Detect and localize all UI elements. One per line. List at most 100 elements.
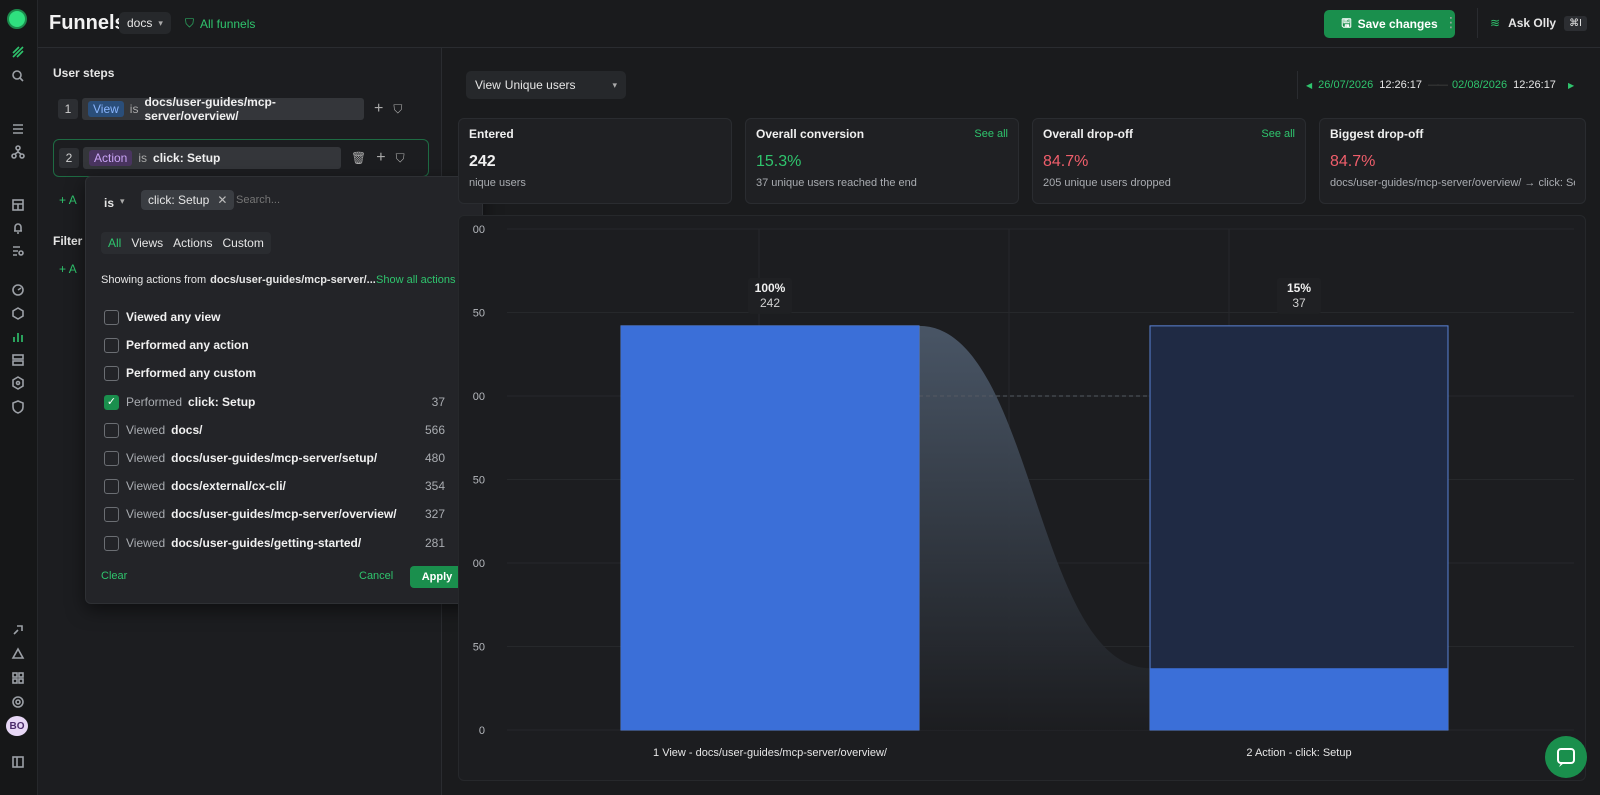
rocket-icon[interactable] bbox=[10, 622, 26, 638]
item-count: 37 bbox=[431, 395, 445, 409]
chevron-down-icon: ▾ bbox=[120, 196, 125, 206]
list-item[interactable]: Viewed docs/external/cx-cli/ bbox=[126, 479, 286, 493]
bar-percent-label: 15% bbox=[1287, 281, 1311, 295]
step-row-1[interactable]: 1 View is docs/user-guides/mcp-server/ov… bbox=[53, 90, 429, 128]
selected-chip[interactable]: click: Setup ✕ bbox=[141, 190, 235, 210]
step-row-2[interactable]: 2 Action is click: Setup 🗑 + ⛉ bbox=[53, 139, 429, 177]
step-value: click: Setup bbox=[153, 151, 221, 165]
project-selector[interactable]: docs ▾ bbox=[119, 12, 171, 34]
checkbox[interactable] bbox=[104, 451, 119, 466]
dashboard-icon[interactable] bbox=[10, 197, 26, 213]
operator-select[interactable]: is ▾ bbox=[104, 196, 125, 210]
checkbox[interactable] bbox=[104, 536, 119, 551]
query-icon[interactable] bbox=[10, 243, 26, 259]
list-item[interactable]: Viewed docs/user-guides/mcp-server/overvi… bbox=[126, 507, 397, 521]
integrations-icon[interactable] bbox=[10, 646, 26, 662]
y-tick-label: 00 bbox=[473, 558, 485, 570]
tab-views[interactable]: Views bbox=[127, 234, 167, 252]
settings-hex-icon[interactable] bbox=[10, 375, 26, 391]
tab-actions[interactable]: Actions bbox=[169, 234, 216, 252]
funnel-chart: 00 50 00 50 00 50 0 100% 242 1 View - docs/user-g… bbox=[458, 215, 1586, 781]
page-title: Funnels bbox=[49, 12, 126, 34]
view-selector[interactable]: View Unique users ▾ bbox=[466, 71, 626, 99]
tab-custom[interactable]: Custom bbox=[219, 234, 268, 252]
step-number: 1 bbox=[58, 99, 78, 119]
date-from: 26/07/2026 bbox=[1318, 79, 1374, 91]
see-all-link[interactable]: See all bbox=[974, 128, 1008, 140]
hierarchy-icon[interactable] bbox=[10, 144, 26, 160]
y-tick-label: 50 bbox=[473, 642, 485, 654]
storage-icon[interactable] bbox=[10, 352, 26, 368]
more-menu-icon[interactable]: ⋮ bbox=[1444, 14, 1458, 31]
add-filter-button[interactable]: + A bbox=[59, 262, 77, 276]
delete-icon[interactable]: 🗑 bbox=[351, 151, 366, 165]
side-rail: BO bbox=[0, 0, 38, 795]
tab-all[interactable]: All bbox=[104, 234, 125, 252]
ask-olly-button[interactable]: ≋ Ask Olly ⌘I bbox=[1477, 8, 1589, 38]
all-funnels-link[interactable]: ⛉ All funnels bbox=[185, 16, 255, 31]
checkbox[interactable] bbox=[104, 479, 119, 494]
cube-icon[interactable] bbox=[10, 305, 26, 321]
date-range[interactable]: ◀ 26/07/2026 12:26:17 —— 02/08/2026 12:2… bbox=[1297, 71, 1582, 99]
list-item[interactable]: Viewed docs/user-guides/getting-started/ bbox=[126, 536, 361, 550]
gear-icon[interactable] bbox=[10, 694, 26, 710]
see-all-link[interactable]: See all bbox=[1261, 128, 1295, 140]
list-item[interactable]: Viewed docs/ bbox=[126, 423, 202, 437]
flow-icon[interactable] bbox=[10, 44, 26, 60]
option-any-view[interactable]: Viewed any view bbox=[126, 310, 221, 324]
prev-range-icon[interactable]: ◀ bbox=[1306, 81, 1312, 90]
option-any-custom[interactable]: Performed any custom bbox=[126, 366, 256, 380]
search-icon[interactable] bbox=[10, 68, 26, 84]
add-step-button[interactable]: + A bbox=[59, 193, 77, 207]
checkbox[interactable] bbox=[104, 507, 119, 522]
next-range-icon[interactable]: ▶ bbox=[1568, 81, 1574, 90]
checkbox[interactable] bbox=[104, 338, 119, 353]
add-step-icon[interactable]: + bbox=[376, 149, 385, 167]
save-label: Save changes bbox=[1357, 17, 1438, 31]
filter-heading: Filter I bbox=[53, 234, 90, 248]
step-number: 2 bbox=[59, 148, 79, 168]
shield-icon[interactable] bbox=[10, 399, 26, 415]
list-item[interactable]: Performed click: Setup bbox=[126, 395, 255, 409]
collapse-sidebar-icon[interactable] bbox=[10, 754, 26, 770]
chip-label: click: Setup bbox=[148, 193, 210, 207]
item-count: 354 bbox=[424, 479, 445, 493]
bell-icon[interactable] bbox=[10, 220, 26, 236]
view-value: Unique users bbox=[504, 78, 576, 92]
add-step-icon[interactable]: + bbox=[374, 100, 383, 118]
checkbox[interactable] bbox=[104, 310, 119, 325]
y-tick-label: 00 bbox=[473, 391, 485, 403]
apps-icon[interactable] bbox=[10, 670, 26, 686]
avatar[interactable]: BO bbox=[6, 716, 28, 736]
app-logo[interactable] bbox=[7, 9, 27, 29]
card-value: 242 bbox=[469, 153, 496, 170]
apply-button[interactable]: Apply bbox=[410, 566, 464, 588]
clear-button[interactable]: Clear bbox=[101, 570, 127, 582]
filter-icon[interactable]: ⛉ bbox=[396, 151, 405, 166]
checkbox[interactable] bbox=[104, 423, 119, 438]
step-condition[interactable]: View is docs/user-guides/mcp-server/over… bbox=[82, 95, 364, 123]
user-steps-heading: User steps bbox=[53, 66, 115, 80]
show-all-link[interactable]: Show all actions bbox=[376, 274, 456, 286]
step-condition[interactable]: Action is click: Setup bbox=[83, 147, 341, 169]
close-icon[interactable]: ✕ bbox=[217, 193, 227, 207]
checkbox[interactable] bbox=[104, 366, 119, 381]
chevron-down-icon: ▾ bbox=[158, 17, 163, 28]
filter-icon[interactable]: ⛉ bbox=[393, 102, 402, 117]
logs-icon[interactable] bbox=[10, 121, 26, 137]
dropoff-flow bbox=[919, 325, 1150, 730]
chat-button[interactable] bbox=[1545, 736, 1587, 778]
list-item[interactable]: Viewed docs/user-guides/mcp-server/setup/ bbox=[126, 451, 377, 465]
bar bbox=[621, 325, 919, 730]
chat-icon bbox=[1557, 748, 1575, 767]
step-value: docs/user-guides/mcp-server/overview/ bbox=[144, 95, 276, 123]
view-prefix: View bbox=[475, 78, 501, 92]
chart-icon[interactable] bbox=[10, 329, 26, 345]
save-button[interactable]: 🖫 Save changes bbox=[1324, 10, 1455, 38]
gauge-icon[interactable] bbox=[10, 282, 26, 298]
showing-note: Showing actions from docs/user-guides/mcp… bbox=[101, 274, 376, 286]
search-input[interactable] bbox=[236, 190, 456, 210]
cancel-button[interactable]: Cancel bbox=[359, 570, 393, 582]
checkbox-checked[interactable]: ✓ bbox=[104, 395, 119, 410]
option-any-action[interactable]: Performed any action bbox=[126, 338, 249, 352]
